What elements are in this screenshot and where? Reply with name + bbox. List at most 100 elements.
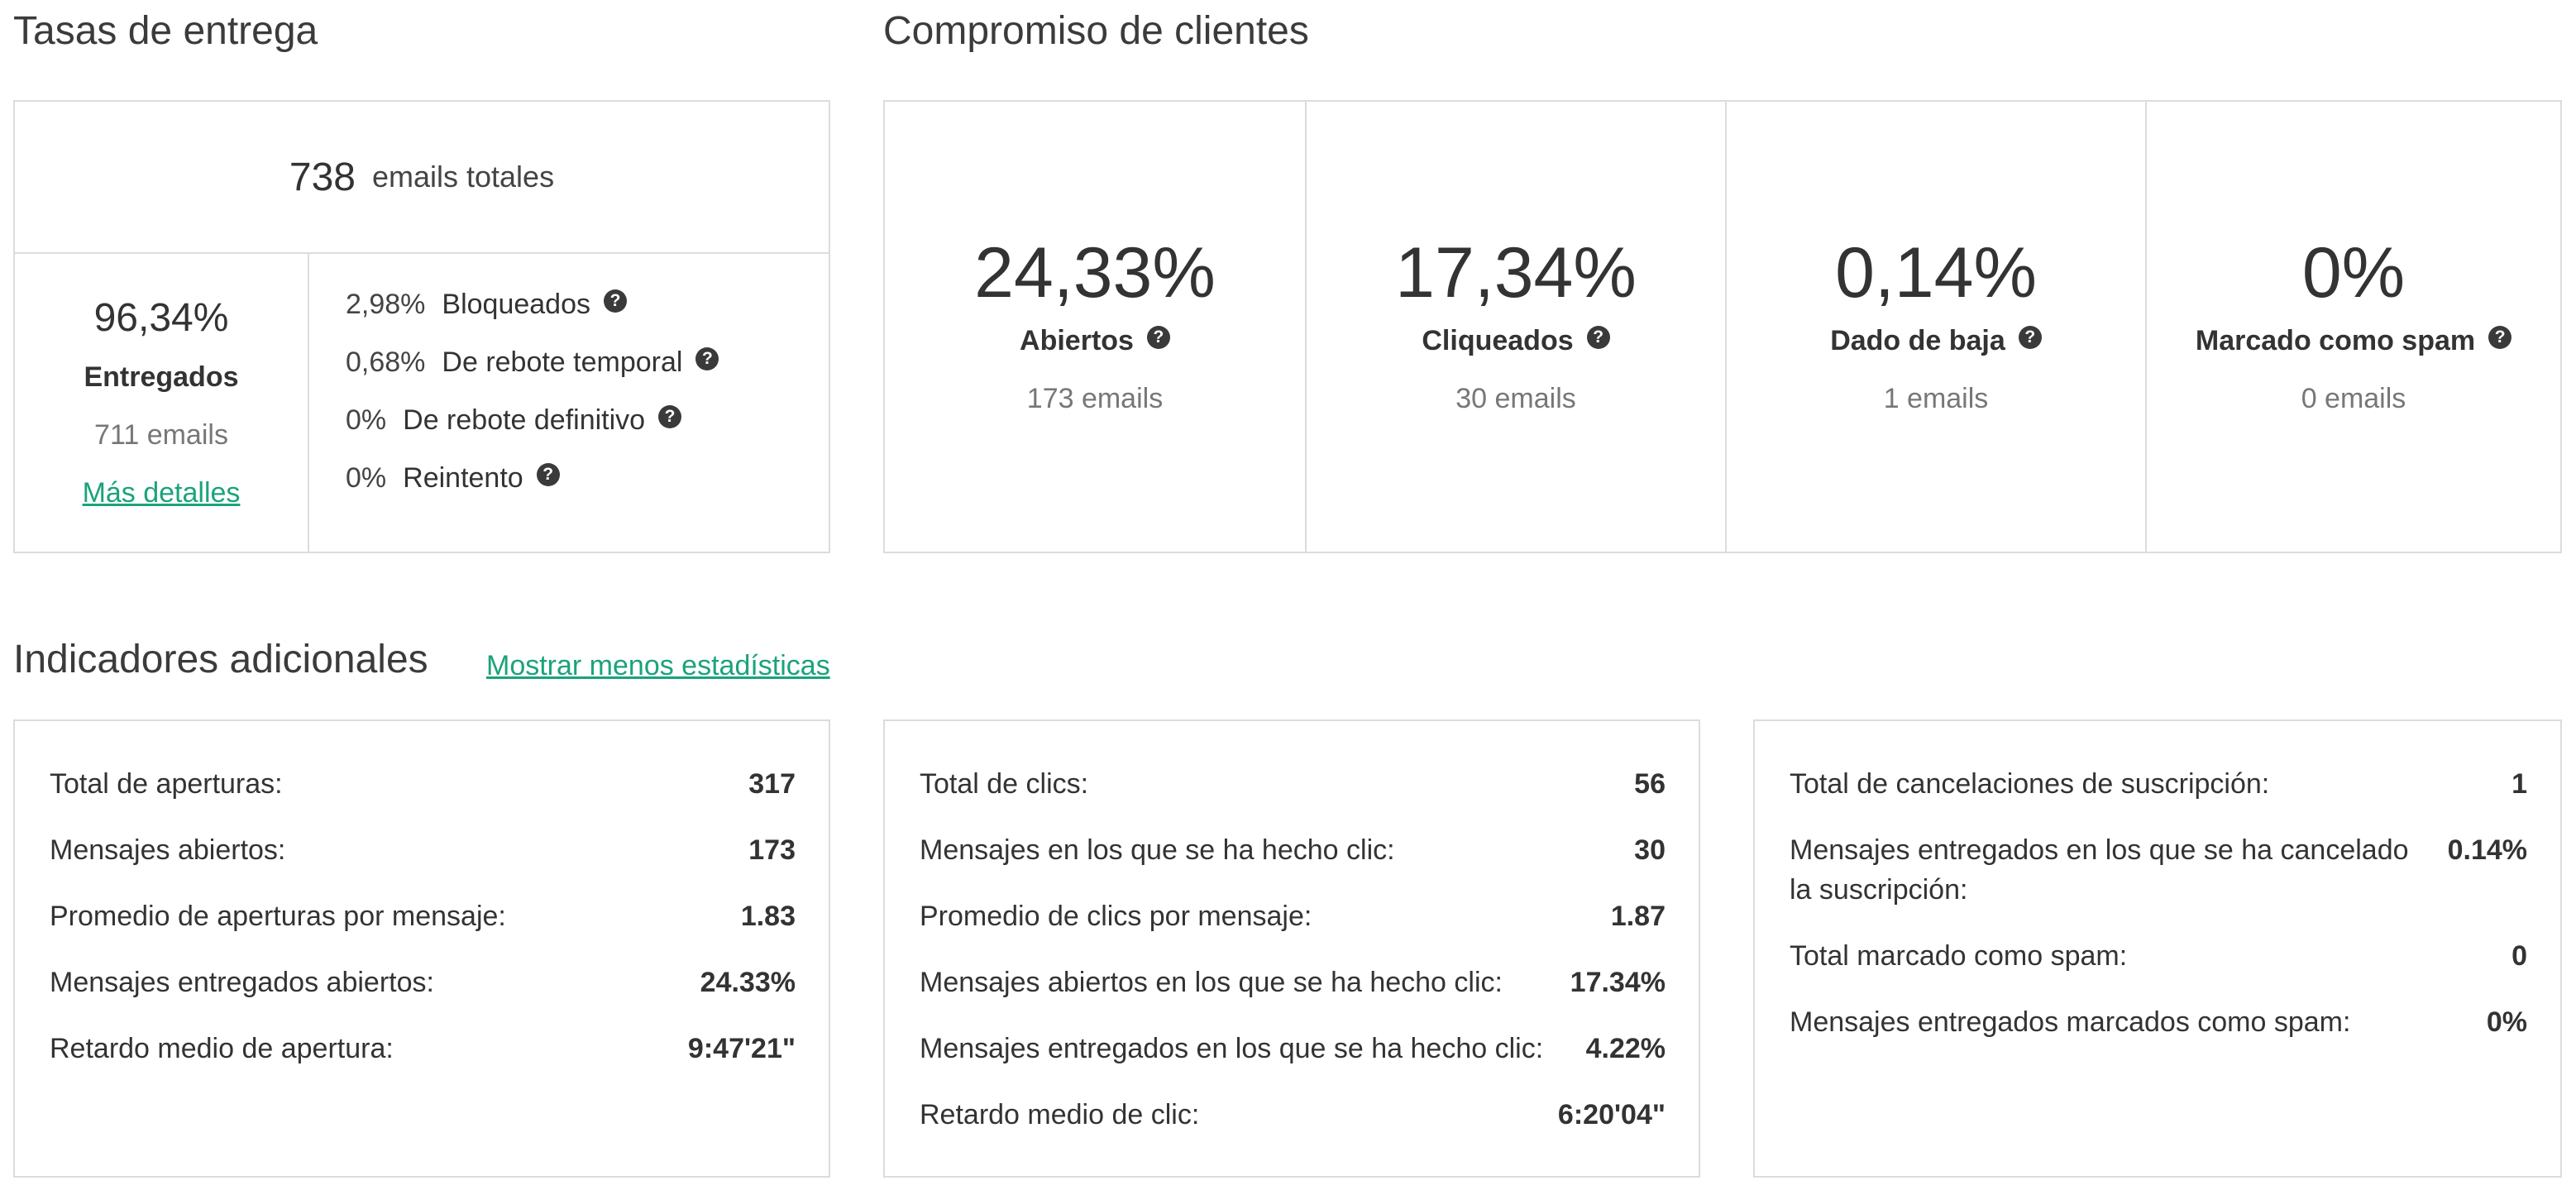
opened-label: Abiertos [1020, 325, 1134, 356]
unsubscribed-percentage: 0,14% [1835, 233, 2037, 313]
stat-row: Mensajes entregados en los que se ha hec… [920, 1029, 1666, 1068]
help-icon[interactable]: ? [2488, 326, 2512, 350]
delivered-percentage: 96,34% [93, 296, 229, 340]
soft-bounce-row: 0,68% De rebote temporal? [346, 346, 719, 379]
show-less-stats-link[interactable]: Mostrar menos estadísticas [486, 650, 830, 682]
opened-percentage: 24,33% [974, 233, 1216, 313]
stat-value: 0.14% [2447, 834, 2527, 866]
stat-row: Mensajes abiertos en los que se ha hecho… [920, 963, 1666, 1002]
unsubscribed-metric: 0,14% Dado de baja? 1 emails [1725, 102, 2145, 552]
stat-value: 1.87 [1610, 901, 1666, 932]
clicks-stats-card: Total de clics: 56 Mensajes en los que se… [883, 719, 1700, 1178]
stat-label: Mensajes entregados en los que se ha can… [1790, 834, 2409, 906]
stat-label: Mensajes abiertos en los que se ha hecho… [920, 967, 1503, 998]
stat-value: 317 [748, 768, 796, 800]
spam-emails: 0 emails [2301, 383, 2406, 414]
stat-value: 9:47'21" [687, 1033, 796, 1064]
stat-value: 0 [2511, 940, 2527, 972]
stat-row: Promedio de clics por mensaje: 1.87 [920, 896, 1666, 936]
stat-row: Mensajes entregados en los que se ha can… [1790, 830, 2527, 910]
spam-metric: 0% Marcado como spam? 0 emails [2145, 102, 2560, 552]
additional-title: Indicadores adicionales [13, 638, 428, 681]
help-icon[interactable]: ? [695, 347, 719, 371]
unsubscribed-emails: 1 emails [1883, 383, 1989, 414]
help-icon[interactable]: ? [536, 463, 560, 487]
opened-metric: 24,33% Abiertos? 173 emails [885, 102, 1305, 552]
delivery-title: Tasas de entrega [13, 9, 318, 53]
stat-value: 6:20'04" [1557, 1099, 1666, 1130]
stat-value: 24.33% [700, 967, 796, 998]
stat-value: 56 [1634, 768, 1666, 800]
help-icon[interactable]: ? [2018, 326, 2042, 350]
delivered-column: 96,34% Entregados 711 emails Más detalle… [15, 254, 309, 552]
stat-row: Total de clics: 56 [920, 764, 1666, 804]
blocked-pct: 2,98% [346, 289, 426, 320]
unsubscribe-stats-card: Total de cancelaciones de suscripción: 1 … [1753, 719, 2562, 1178]
clicked-emails: 30 emails [1455, 383, 1576, 414]
unsubscribed-label: Dado de baja [1830, 325, 2005, 356]
stat-value: 30 [1634, 834, 1666, 866]
stat-row: Mensajes en los que se ha hecho clic: 30 [920, 830, 1666, 870]
blocked-row: 2,98% Bloqueados? [346, 289, 628, 321]
spam-label-row: Marcado como spam? [2147, 325, 2560, 357]
stat-row: Mensajes entregados abiertos: 24.33% [50, 963, 796, 1002]
stat-label: Mensajes abiertos: [50, 834, 286, 866]
opened-emails: 173 emails [1026, 383, 1164, 414]
stat-label: Total de cancelaciones de suscripción: [1790, 768, 2270, 800]
stat-row: Total de cancelaciones de suscripción: 1 [1790, 764, 2527, 804]
opens-stats-card: Total de aperturas: 317 Mensajes abiertos… [13, 719, 830, 1178]
clicked-metric: 17,34% Cliqueados? 30 emails [1305, 102, 1725, 552]
total-emails-row: 738 emails totales [15, 102, 829, 254]
help-icon[interactable]: ? [658, 405, 682, 429]
stat-value: 0% [2486, 1006, 2527, 1038]
stat-value: 17.34% [1570, 967, 1666, 998]
more-details-link[interactable]: Más detalles [83, 477, 241, 509]
soft-bounce-pct: 0,68% [346, 346, 426, 378]
opened-label-row: Abiertos? [885, 325, 1305, 357]
stat-row: Retardo medio de clic: 6:20'04" [920, 1095, 1666, 1135]
stat-value: 4.22% [1585, 1033, 1666, 1064]
stat-label: Retardo medio de clic: [920, 1099, 1200, 1130]
delivered-label: Entregados [84, 361, 239, 393]
retry-row: 0% Reintento? [346, 462, 560, 495]
stat-label: Mensajes entregados marcados como spam: [1790, 1006, 2351, 1038]
soft-bounce-label: De rebote temporal [442, 346, 683, 378]
stat-label: Mensajes entregados en los que se ha hec… [920, 1033, 1544, 1064]
clicked-label: Cliqueados [1422, 325, 1574, 356]
delivered-emails: 711 emails [94, 419, 228, 451]
stat-row: Mensajes entregados marcados como spam: 0… [1790, 1002, 2527, 1042]
stat-value: 173 [748, 834, 796, 866]
stat-label: Retardo medio de apertura: [50, 1033, 394, 1064]
stat-label: Mensajes en los que se ha hecho clic: [920, 834, 1395, 866]
stat-label: Total de aperturas: [50, 768, 283, 800]
total-emails-label: emails totales [371, 160, 555, 194]
hard-bounce-pct: 0% [346, 404, 387, 436]
spam-label: Marcado como spam [2195, 325, 2476, 356]
stat-row: Mensajes abiertos: 173 [50, 830, 796, 870]
stat-row: Promedio de aperturas por mensaje: 1.83 [50, 896, 796, 936]
hard-bounce-label: De rebote definitivo [403, 404, 646, 436]
hard-bounce-row: 0% De rebote definitivo? [346, 404, 682, 437]
total-emails-count: 738 [289, 155, 356, 199]
stat-label: Total de clics: [920, 768, 1089, 800]
stat-value: 1 [2511, 768, 2527, 800]
stat-row: Total de aperturas: 317 [50, 764, 796, 804]
retry-pct: 0% [346, 462, 387, 494]
help-icon[interactable]: ? [1146, 326, 1170, 350]
clicked-label-row: Cliqueados? [1307, 325, 1725, 357]
blocked-label: Bloqueados [442, 289, 591, 320]
stat-label: Total marcado como spam: [1790, 940, 2128, 972]
stat-label: Mensajes entregados abiertos: [50, 967, 434, 998]
stat-row: Total marcado como spam: 0 [1790, 936, 2527, 976]
spam-percentage: 0% [2301, 233, 2406, 313]
help-icon[interactable]: ? [1586, 326, 1610, 350]
stat-value: 1.83 [740, 901, 796, 932]
engagement-title: Compromiso de clientes [883, 9, 1309, 53]
stat-label: Promedio de clics por mensaje: [920, 901, 1312, 932]
bounce-list: 2,98% Bloqueados? 0,68% De rebote temporal… [346, 254, 829, 552]
delivery-card: 738 emails totales 96,34% Entregados 711… [13, 100, 830, 553]
retry-label: Reintento [403, 462, 523, 494]
unsubscribed-label-row: Dado de baja? [1727, 325, 2145, 357]
engagement-card: 24,33% Abiertos? 173 emails 17,34% Cliqu… [883, 100, 2562, 553]
help-icon[interactable]: ? [604, 289, 628, 313]
